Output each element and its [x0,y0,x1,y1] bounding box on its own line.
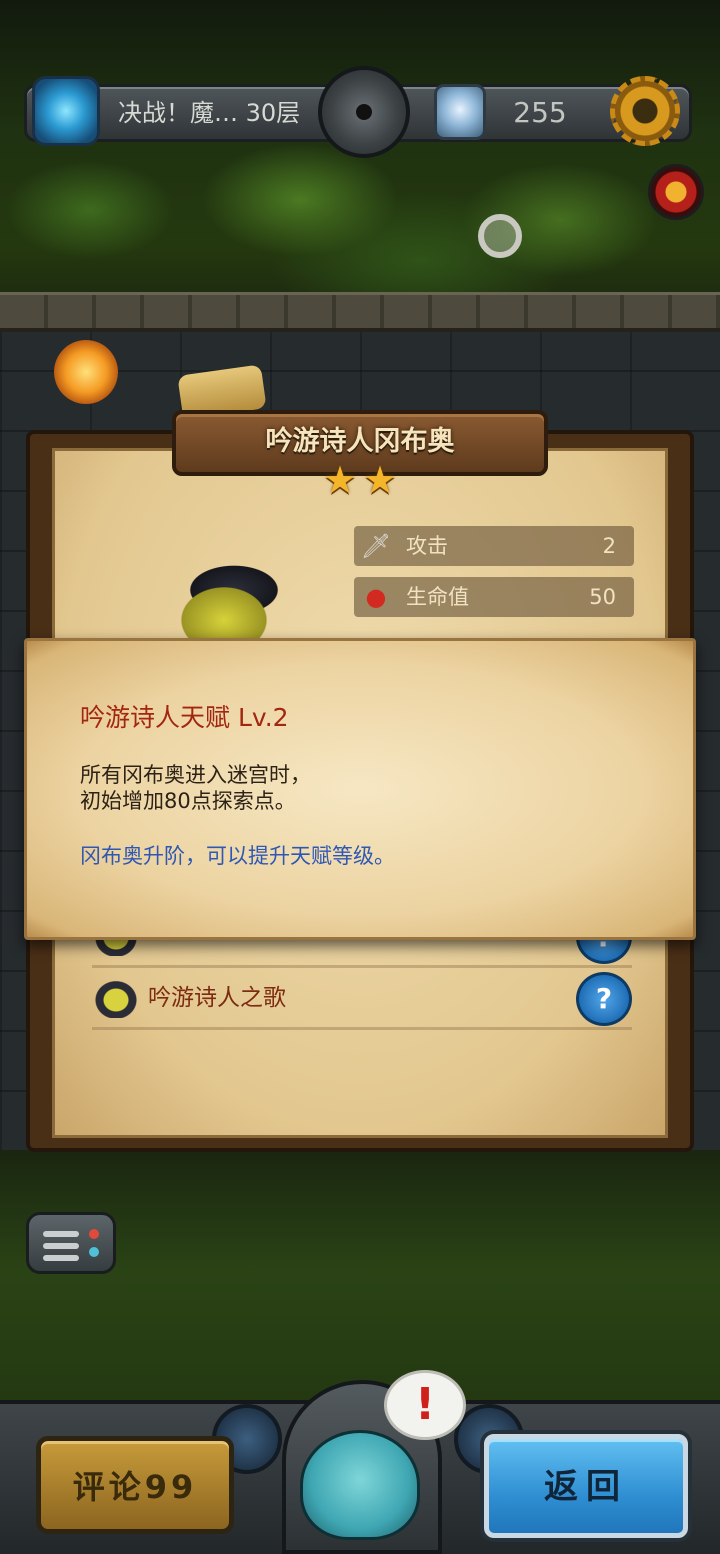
review-button-label[interactable]: 评论99 [36,1460,234,1514]
magnifier-icon [478,214,522,258]
currency-count: 255 [513,96,567,129]
back-button-label[interactable]: 返回 [484,1460,688,1514]
portal-icon[interactable] [32,76,100,146]
hero-name: 吟游诗人冈布奥 [265,426,455,457]
crystal-currency-icon [434,84,486,140]
mascot-avatar[interactable] [300,1430,420,1540]
sword-icon: 🗡 [360,532,392,560]
popup-description: 初始增加80点探索点。 [80,789,296,813]
fireball-icon [54,340,118,404]
talent-name: 吟游诗人之歌 [148,985,286,1011]
level-name: 决战！魔… 30层 [118,99,301,127]
alert-bubble[interactable]: ! [384,1370,466,1440]
potion-icon: ● [365,583,387,611]
stat-row-health: ● 生命值 50 [354,577,634,617]
jungle-background-top [0,0,720,330]
stat-value: 2 [602,534,616,558]
stat-label: 攻击 [406,534,448,558]
stat-value: 50 [589,585,616,609]
star-icon: ★ [362,458,398,502]
help-button[interactable]: ? [576,972,632,1026]
stone-ledge [0,292,720,332]
hero-portrait [134,550,314,650]
popup-hint: 冈布奥升阶，可以提升天赋等级。 [80,844,395,868]
event-badge-icon[interactable] [648,164,704,220]
talent-thumb [92,978,140,1018]
popup-title: 吟游诗人天赋 Lv.2 [80,703,289,732]
stat-row-attack: 🗡 攻击 2 [354,526,634,566]
settings-gear-icon[interactable] [610,76,680,146]
star-icon: ★ [322,458,358,502]
menu-button[interactable] [26,1212,116,1274]
talent-row[interactable]: 吟游诗人之歌 ? [92,968,632,1030]
stat-label: 生命值 [406,585,469,609]
compass-dial-icon[interactable] [318,66,410,158]
